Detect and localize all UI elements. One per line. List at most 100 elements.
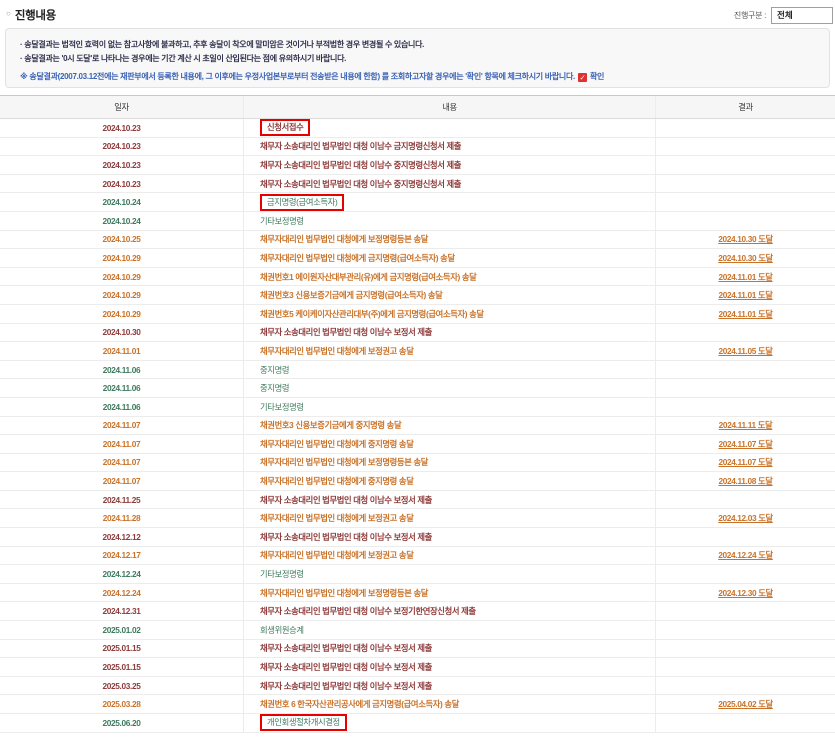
table-row: 2024.10.23 신청서접수 [0, 119, 835, 138]
progress-table: 일자 내용 결과 2024.10.23 신청서접수 2024.10.23 채무자… [0, 95, 835, 733]
row-date: 2024.10.23 [0, 156, 243, 174]
row-result [655, 119, 835, 137]
row-content: 채무자 소송대리인 법무법인 대청 이남수 보정서 제출 [243, 677, 655, 695]
delivery-result-link[interactable]: 2024.11.08 도달 [718, 475, 772, 487]
row-date: 2024.10.23 [0, 175, 243, 193]
table-row: 2024.12.17 채무자대리인 법무법인 대청에게 보정권고 송달 2024… [0, 547, 835, 566]
row-date: 2024.10.23 [0, 138, 243, 156]
row-date: 2024.11.25 [0, 491, 243, 509]
table-row: 2024.11.06 중지명령 [0, 379, 835, 398]
row-date: 2025.01.02 [0, 621, 243, 639]
row-date: 2024.10.25 [0, 231, 243, 249]
row-content: 채무자대리인 법무법인 대청에게 보정권고 송달 [243, 509, 655, 527]
delivery-result-link[interactable]: 2024.11.07 도달 [718, 456, 772, 468]
row-content: 중지명령 [243, 379, 655, 397]
row-content: 중지명령 [243, 361, 655, 379]
delivery-result-link[interactable]: 2024.11.01 도달 [718, 289, 772, 301]
row-result [655, 528, 835, 546]
row-content: 채무자 소송대리인 법무법인 대청 이남수 보정서 제출 [243, 528, 655, 546]
row-date: 2025.01.15 [0, 640, 243, 658]
table-header-row: 일자 내용 결과 [0, 95, 835, 119]
row-content: 채무자대리인 법무법인 대청에게 중지명령 송달 [243, 472, 655, 490]
notice-line-1: · 송달결과는 법적인 효력이 없는 참고사항에 불과하고, 추후 송달이 착오… [20, 38, 815, 52]
table-row: 2024.10.29 채권번호3 신용보증기금에게 금지명령(급여소득자) 송달… [0, 286, 835, 305]
progress-filter: 진행구분 : 전체 [734, 7, 829, 24]
row-result [655, 491, 835, 509]
delivery-notice-box: · 송달결과는 법적인 효력이 없는 참고사항에 불과하고, 추후 송달이 착오… [5, 28, 830, 88]
row-content: 채무자 소송대리인 법무법인 대청 이남수 보정기한연장신청서 제출 [243, 602, 655, 620]
row-result: 2024.12.24 도달 [655, 547, 835, 565]
row-content: 채권번호 6 한국자산관리공사에게 금지명령(급여소득자) 송달 [243, 695, 655, 713]
delivery-result-link[interactable]: 2024.12.03 도달 [718, 512, 773, 524]
delivery-result-link[interactable]: 2024.12.24 도달 [718, 549, 773, 561]
progress-filter-select[interactable]: 전체 [771, 7, 833, 24]
delivery-result-link[interactable]: 2024.10.30 도달 [718, 252, 773, 264]
table-row: 2024.10.29 채무자대리인 법무법인 대청에게 금지명령(급여소득자) … [0, 249, 835, 268]
table-row: 2024.11.25 채무자 소송대리인 법무법인 대청 이남수 보정서 제출 [0, 491, 835, 510]
row-content: 기타보정명령 [243, 565, 655, 583]
row-content: 채무자대리인 법무법인 대청에게 보정명령등본 송달 [243, 231, 655, 249]
row-content: 채무자 소송대리인 법무법인 대청 이남수 중지명령신청서 제출 [243, 175, 655, 193]
page-title-group: ○ 진행내용 [6, 7, 56, 23]
confirm-checkbox-label: 확인 [590, 70, 604, 84]
table-row: 2024.10.24 기타보정명령 [0, 212, 835, 231]
delivery-result-link[interactable]: 2024.11.05 도달 [718, 345, 772, 357]
row-result [655, 565, 835, 583]
progress-page: ○ 진행내용 진행구분 : 전체 · 송달결과는 법적인 효력이 없는 참고사항… [0, 0, 835, 742]
row-date: 2024.10.23 [0, 119, 243, 137]
page-title: 진행내용 [15, 7, 56, 23]
row-date: 2025.06.20 [0, 714, 243, 732]
table-row: 2024.10.23 채무자 소송대리인 법무법인 대청 이남수 금지명령신청서… [0, 138, 835, 157]
delivery-result-link[interactable]: 2024.12.30 도달 [718, 587, 773, 599]
table-row: 2024.11.06 기타보정명령 [0, 398, 835, 417]
row-date: 2024.11.28 [0, 509, 243, 527]
row-date: 2024.10.29 [0, 249, 243, 267]
header-date: 일자 [0, 96, 243, 118]
row-date: 2025.01.15 [0, 658, 243, 676]
row-content: 채무자 소송대리인 법무법인 대청 이남수 보정서 제출 [243, 640, 655, 658]
row-date: 2024.11.01 [0, 342, 243, 360]
row-content: 채무자 소송대리인 법무법인 대청 이남수 보정서 제출 [243, 491, 655, 509]
row-result: 2024.11.07 도달 [655, 454, 835, 472]
header-result: 결과 [655, 96, 835, 118]
table-row: 2024.10.24 금지명령(급여소득자) [0, 193, 835, 212]
row-date: 2024.11.06 [0, 398, 243, 416]
delivery-result-link[interactable]: 2024.11.07 도달 [718, 438, 772, 450]
row-date: 2024.10.24 [0, 193, 243, 211]
delivery-result-link[interactable]: 2025.04.02 도달 [718, 698, 773, 710]
progress-filter-label: 진행구분 : [734, 10, 766, 21]
table-row: 2025.03.25 채무자 소송대리인 법무법인 대청 이남수 보정서 제출 [0, 677, 835, 696]
notice-line-3: ※ 송달결과(2007.03.12전에는 재판부에서 등록한 내용에, 그 이후… [20, 70, 815, 84]
row-result: 2024.11.01 도달 [655, 268, 835, 286]
table-row: 2024.11.06 중지명령 [0, 361, 835, 380]
row-date: 2024.10.29 [0, 305, 243, 323]
table-row: 2025.01.15 채무자 소송대리인 법무법인 대청 이남수 보정서 제출 [0, 640, 835, 659]
row-date: 2024.10.30 [0, 324, 243, 342]
row-content: 채무자 소송대리인 법무법인 대청 이남수 금지명령신청서 제출 [243, 138, 655, 156]
table-row: 2024.10.23 채무자 소송대리인 법무법인 대청 이남수 중지명령신청서… [0, 175, 835, 194]
row-date: 2024.12.12 [0, 528, 243, 546]
confirm-checkbox[interactable]: ✓ [578, 73, 587, 82]
row-content: 기타보정명령 [243, 398, 655, 416]
row-result [655, 324, 835, 342]
row-date: 2024.12.24 [0, 565, 243, 583]
row-result [655, 640, 835, 658]
row-date: 2024.11.07 [0, 472, 243, 490]
table-row: 2025.03.28 채권번호 6 한국자산관리공사에게 금지명령(급여소득자)… [0, 695, 835, 714]
row-date: 2024.11.06 [0, 361, 243, 379]
row-content: 채무자대리인 법무법인 대청에게 보정권고 송달 [243, 547, 655, 565]
row-content: 채권번호5 케이케이자산관리대부(주)에게 금지명령(급여소득자) 송달 [243, 305, 655, 323]
row-content: 채권번호3 신용보증기금에게 금지명령(급여소득자) 송달 [243, 286, 655, 304]
delivery-result-link[interactable]: 2024.10.30 도달 [718, 233, 773, 245]
delivery-result-link[interactable]: 2024.11.01 도달 [718, 308, 772, 320]
delivery-result-link[interactable]: 2024.11.11 도달 [719, 419, 773, 431]
table-row: 2024.12.12 채무자 소송대리인 법무법인 대청 이남수 보정서 제출 [0, 528, 835, 547]
row-content: 채무자대리인 법무법인 대청에게 보정명령등본 송달 [243, 454, 655, 472]
row-result [655, 175, 835, 193]
table-row: 2024.12.31 채무자 소송대리인 법무법인 대청 이남수 보정기한연장신… [0, 602, 835, 621]
row-content: 개인회생절차개시결정 [243, 714, 655, 732]
row-content: 채무자대리인 법무법인 대청에게 금지명령(급여소득자) 송달 [243, 249, 655, 267]
delivery-result-link[interactable]: 2024.11.01 도달 [718, 271, 772, 283]
row-date: 2024.12.17 [0, 547, 243, 565]
row-content: 회생위원승계 [243, 621, 655, 639]
